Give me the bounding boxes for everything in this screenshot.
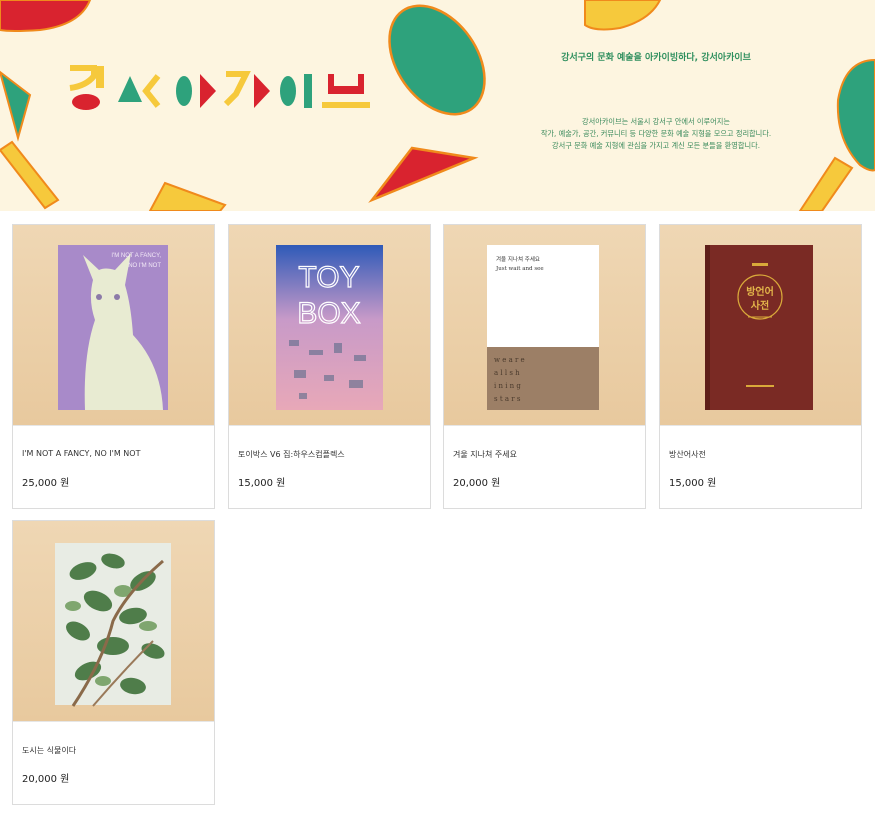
banner-description: 강서아카이브는 서울시 강서구 안에서 이루어지는 작가, 예술가, 공간, 커… [520,116,792,152]
product-price: 15,000 원 [238,478,286,489]
product-image[interactable]: 겨울 지나쳐 주세요 Just wait and see w e a r e a… [444,225,645,426]
product-image[interactable]: TOY BOX [229,225,430,426]
banner-description-line: 강서구 문화 예술 지형에 관심을 가지고 계신 모든 분들을 환영합니다. [552,141,760,150]
banner-description-line: 강서아카이브는 서울시 강서구 안에서 이루어지는 [581,117,730,126]
product-card[interactable]: 방언어 사전 방산어사전 15,000 원 [659,224,862,509]
product-price: 20,000 원 [22,774,70,785]
svg-text:I'M NOT A FANCY,: I'M NOT A FANCY, [111,253,161,259]
product-name[interactable]: I'M NOT A FANCY, NO I'M NOT [22,449,140,458]
svg-text:방언어: 방언어 [746,285,774,298]
banner-description-line: 작가, 예술가, 공간, 커뮤니티 등 다양한 문화 예술 지형을 모으고 정리… [540,129,772,138]
svg-text:i n i n g: i n i n g [494,382,521,390]
product-name[interactable]: 방산어사전 [669,449,706,460]
product-name[interactable]: 도시는 식물이다 [22,745,76,756]
hero-banner: 강서구의 문화 예술을 아카이빙하다, 강서아카이브 강서아카이브는 서울시 강… [0,0,875,211]
book-cover-cat: I'M NOT A FANCY, NO I'M NOT [58,245,168,410]
svg-text:겨울 지나쳐 주세요: 겨울 지나쳐 주세요 [496,255,540,263]
gangseo-archive-logo [69,65,370,110]
product-card[interactable]: TOY BOX 토이박스 V6 집:하우스컴플렉스 15,000 원 [228,224,431,509]
product-price: 15,000 원 [669,478,717,489]
product-card[interactable]: I'M NOT A FANCY, NO I'M NOT I'M NOT A FA… [12,224,215,509]
svg-text:NO I'M NOT: NO I'M NOT [128,263,161,269]
svg-text:s t a r s: s t a r s [494,395,521,403]
product-image[interactable]: I'M NOT A FANCY, NO I'M NOT [13,225,214,426]
svg-text:TOY: TOY [298,261,359,294]
svg-text:BOX: BOX [297,297,360,330]
svg-text:a l l s h: a l l s h [494,369,520,377]
book-cover-plants [55,543,171,707]
product-image[interactable]: 방언어 사전 [660,225,861,426]
book-cover-toybox: TOY BOX [276,245,383,410]
product-name[interactable]: 겨울 지나쳐 주세요 [453,449,517,460]
product-price: 25,000 원 [22,478,70,489]
book-cover-dictionary: 방언어 사전 [705,245,813,410]
book-cover-winter: 겨울 지나쳐 주세요 Just wait and see w e a r e a… [487,245,599,410]
product-price: 20,000 원 [453,478,501,489]
banner-tagline: 강서구의 문화 예술을 아카이빙하다, 강서아카이브 [561,53,751,63]
svg-text:사전: 사전 [751,299,769,312]
product-image[interactable] [13,521,214,722]
product-card[interactable]: 겨울 지나쳐 주세요 Just wait and see w e a r e a… [443,224,646,509]
product-name[interactable]: 토이박스 V6 집:하우스컴플렉스 [238,449,345,460]
svg-text:Just wait and see: Just wait and see [495,266,544,272]
product-card[interactable]: 도시는 식물이다 20,000 원 [12,520,215,805]
svg-text:w e a r e: w e a r e [494,356,525,364]
